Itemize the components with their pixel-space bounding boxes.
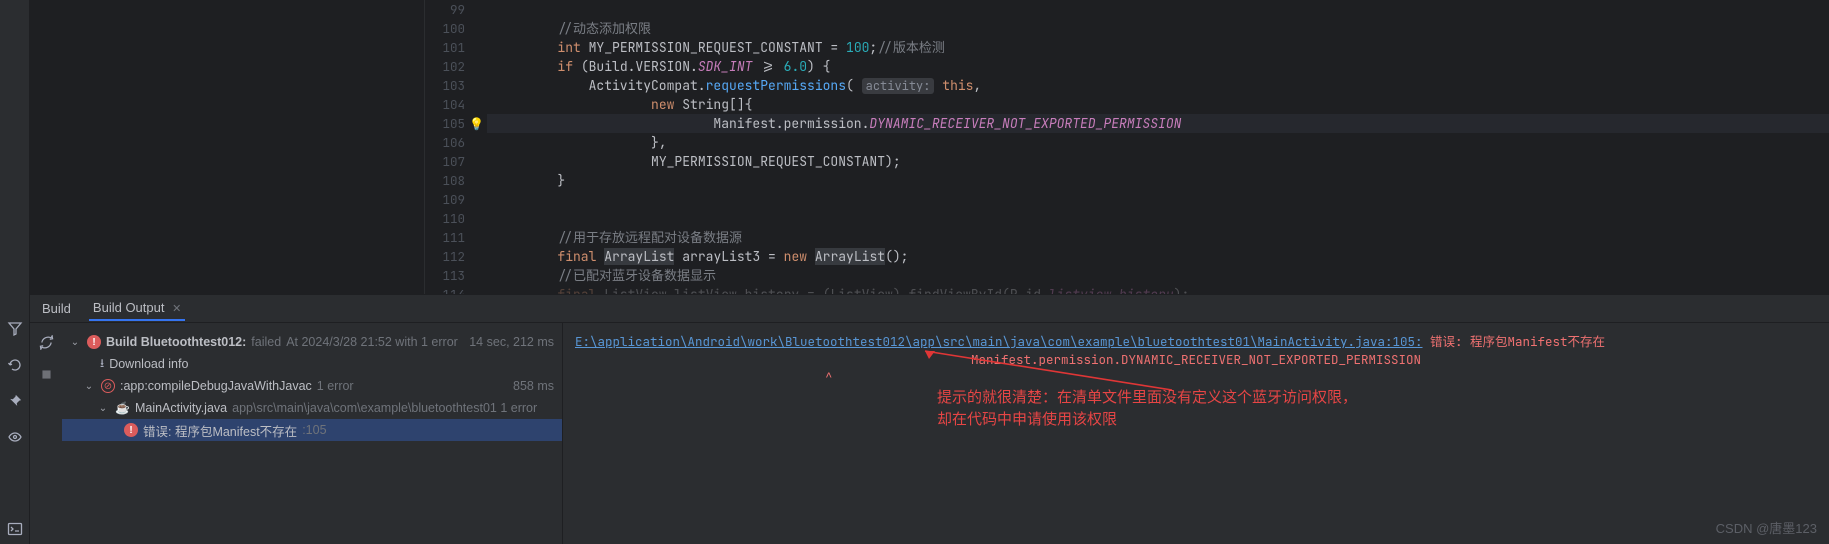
java-file-icon: ☕ xyxy=(115,401,130,415)
root-info: At 2024/3/28 21:52 with 1 error xyxy=(286,335,458,349)
output-caret: ^ xyxy=(575,369,1817,387)
task-error-icon: ⊘ xyxy=(101,379,115,393)
tab-build-output[interactable]: Build Output ✕ xyxy=(89,296,185,321)
root-label: Build Bluetoothtest012: xyxy=(106,335,246,349)
build-panel: Build Build Output ✕ ⌄ ! Build Bluetooth… xyxy=(30,294,1829,544)
show-icon[interactable] xyxy=(6,428,24,446)
close-icon[interactable]: ✕ xyxy=(172,303,181,315)
terminal-icon[interactable] xyxy=(0,514,30,544)
task-label: :app:compileDebugJavaWithJavac xyxy=(120,379,312,393)
download-icon: ⭳ xyxy=(100,354,104,375)
tab-build[interactable]: Build xyxy=(38,297,75,320)
chevron-down-icon[interactable]: ⌄ xyxy=(96,403,110,414)
stop-icon[interactable] xyxy=(37,365,55,383)
annotation-text-2: 却在代码中申请使用该权限 xyxy=(937,411,1117,429)
error-label: 错误: 程序包Manifest不存在 xyxy=(143,421,297,440)
file-path: app\src\main\java\com\example\bluetootht… xyxy=(232,401,537,415)
root-status: failed xyxy=(251,335,281,349)
tree-row-task[interactable]: ⌄ ⊘ :app:compileDebugJavaWithJavac 1 err… xyxy=(62,375,562,397)
tree-row-download[interactable]: ⭳ Download info xyxy=(62,353,562,375)
chevron-down-icon[interactable]: ⌄ xyxy=(68,337,82,348)
tree-row-file[interactable]: ⌄ ☕ MainActivity.java app\src\main\java\… xyxy=(62,397,562,419)
output-line-1: E:\application\Android\work\Bluetoothtes… xyxy=(575,333,1817,351)
tree-row-error[interactable]: ! 错误: 程序包Manifest不存在 :105 xyxy=(62,419,562,441)
editor-left-margin xyxy=(30,0,425,294)
error-icon: ! xyxy=(87,335,101,349)
filter-icon[interactable] xyxy=(6,320,24,338)
file-label: MainActivity.java xyxy=(135,401,227,415)
left-tool-strip xyxy=(0,0,30,544)
tree-row-root[interactable]: ⌄ ! Build Bluetoothtest012: failed At 20… xyxy=(62,331,562,353)
error-message: 错误: 程序包Manifest不存在 xyxy=(1430,333,1605,350)
editor-area: 💡 99100101102103104105106107108109110111… xyxy=(30,0,1829,294)
tab-build-output-label: Build Output xyxy=(93,300,165,315)
build-tree: ⌄ ! Build Bluetoothtest012: failed At 20… xyxy=(62,323,562,544)
watermark: CSDN @唐墨123 xyxy=(1716,520,1817,538)
main-area: 💡 99100101102103104105106107108109110111… xyxy=(30,0,1829,544)
build-body: ⌄ ! Build Bluetoothtest012: failed At 20… xyxy=(30,323,1829,544)
annotation-text-1: 提示的就很清楚：在清单文件里面没有定义这个蓝牙访问权限， xyxy=(937,389,1357,407)
error-icon: ! xyxy=(124,423,138,437)
build-toolbar xyxy=(30,323,62,544)
pin-icon[interactable] xyxy=(6,392,24,410)
intention-bulb-icon[interactable]: 💡 xyxy=(469,115,484,134)
download-label: Download info xyxy=(109,357,188,371)
root-time: 14 sec, 212 ms xyxy=(469,335,554,349)
code-area[interactable]: //动态添加权限 int MY_PERMISSION_REQUEST_CONST… xyxy=(487,0,1829,294)
chevron-down-icon[interactable]: ⌄ xyxy=(82,381,96,392)
output-line-2: Manifest.permission.DYNAMIC_RECEIVER_NOT… xyxy=(575,351,1817,369)
task-suffix: 1 error xyxy=(317,379,354,393)
line-gutter: 💡 99100101102103104105106107108109110111… xyxy=(425,0,487,294)
error-line: :105 xyxy=(302,423,326,437)
error-file-link[interactable]: E:\application\Android\work\Bluetoothtes… xyxy=(575,333,1423,350)
rerun-icon[interactable] xyxy=(6,356,24,374)
build-output[interactable]: E:\application\Android\work\Bluetoothtes… xyxy=(562,323,1829,544)
build-tabs: Build Build Output ✕ xyxy=(30,295,1829,323)
task-time: 858 ms xyxy=(513,379,554,393)
sync-icon[interactable] xyxy=(37,333,55,351)
